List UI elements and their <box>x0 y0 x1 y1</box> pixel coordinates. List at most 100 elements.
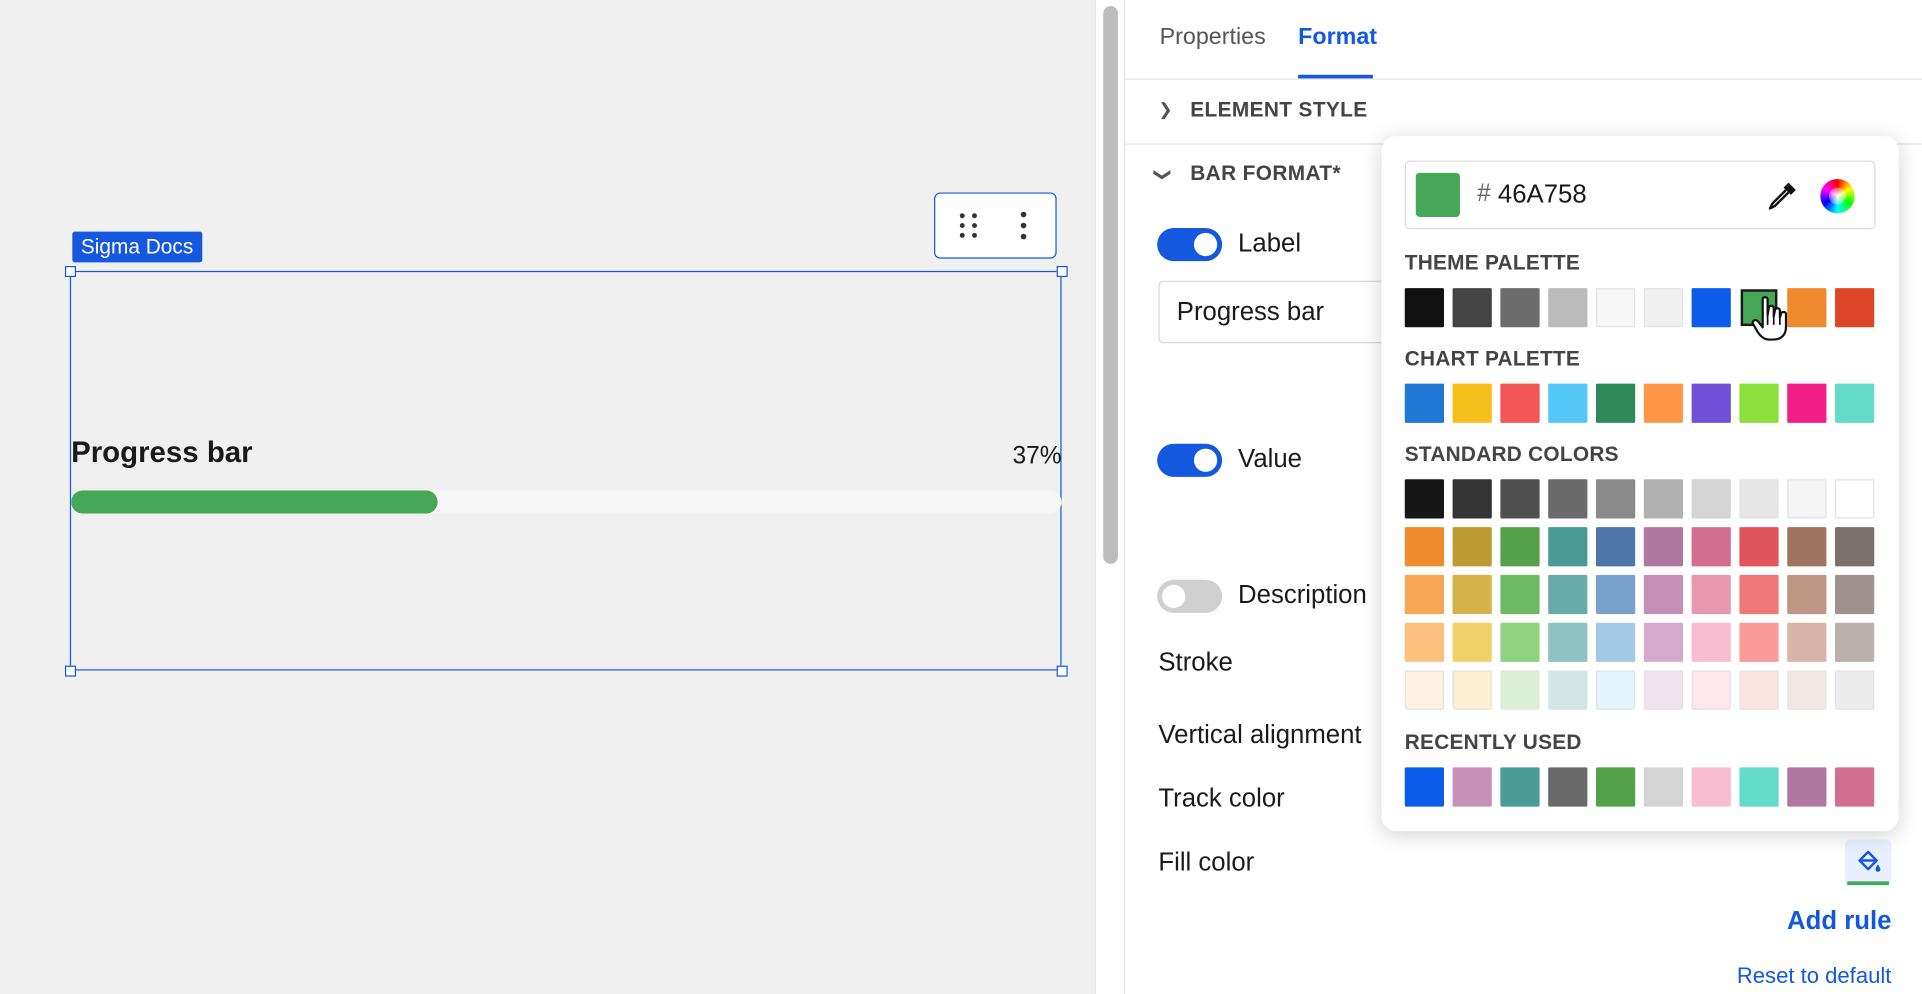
color-swatch[interactable] <box>1835 767 1875 807</box>
chevron-right-icon[interactable]: ❯ <box>1158 99 1172 120</box>
value-toggle[interactable] <box>1157 443 1223 477</box>
chevron-down-icon[interactable]: ❯ <box>1153 167 1174 181</box>
color-swatch[interactable] <box>1835 288 1875 328</box>
description-toggle[interactable] <box>1157 579 1223 613</box>
color-swatch[interactable] <box>1404 288 1444 328</box>
color-swatch[interactable] <box>1739 767 1779 807</box>
color-swatch[interactable] <box>1691 670 1731 710</box>
color-swatch[interactable] <box>1787 527 1827 567</box>
color-swatch[interactable] <box>1404 383 1444 423</box>
color-swatch[interactable] <box>1500 527 1540 567</box>
eyedropper-icon[interactable] <box>1765 179 1799 213</box>
color-swatch[interactable] <box>1452 622 1492 662</box>
color-swatch[interactable] <box>1404 767 1444 807</box>
color-swatch[interactable] <box>1595 383 1636 423</box>
color-swatch[interactable] <box>1691 383 1731 423</box>
color-swatch[interactable] <box>1500 574 1540 615</box>
hex-input-box[interactable]: # 46A758 <box>1404 160 1876 230</box>
tab-format[interactable]: Format <box>1298 25 1377 52</box>
color-swatch[interactable] <box>1691 288 1731 328</box>
color-swatch[interactable] <box>1548 527 1588 567</box>
color-swatch[interactable] <box>1452 767 1492 807</box>
color-swatch[interactable] <box>1643 479 1684 519</box>
color-swatch[interactable] <box>1739 622 1779 662</box>
color-swatch[interactable] <box>1835 383 1875 423</box>
color-swatch[interactable] <box>1691 622 1731 662</box>
label-text-input[interactable]: Progress bar <box>1158 280 1404 344</box>
color-swatch[interactable] <box>1739 574 1779 615</box>
color-swatch[interactable] <box>1452 479 1492 519</box>
color-swatch[interactable] <box>1643 670 1684 710</box>
color-swatch[interactable] <box>1548 288 1588 328</box>
color-swatch[interactable] <box>1595 622 1636 662</box>
color-swatch[interactable] <box>1643 767 1684 807</box>
resize-handle-top-right[interactable] <box>1056 265 1068 278</box>
color-swatch[interactable] <box>1835 670 1875 710</box>
color-swatch[interactable] <box>1787 479 1827 519</box>
color-wheel-icon[interactable] <box>1820 178 1855 214</box>
reset-to-default-link[interactable]: Reset to default <box>1594 963 1892 989</box>
color-swatch[interactable] <box>1643 288 1684 328</box>
color-swatch[interactable] <box>1835 574 1875 615</box>
color-swatch[interactable] <box>1595 767 1636 807</box>
color-swatch[interactable] <box>1739 527 1779 567</box>
color-swatch[interactable] <box>1835 479 1875 519</box>
more-options-icon[interactable] <box>1011 210 1036 242</box>
color-swatch[interactable] <box>1500 479 1540 519</box>
color-swatch[interactable] <box>1452 670 1492 710</box>
color-swatch[interactable] <box>1500 622 1540 662</box>
color-swatch[interactable] <box>1404 574 1444 615</box>
color-swatch[interactable] <box>1404 479 1444 519</box>
color-swatch[interactable] <box>1595 670 1636 710</box>
color-swatch[interactable] <box>1452 383 1492 423</box>
color-swatch[interactable] <box>1787 670 1827 710</box>
hex-value-input[interactable]: 46A758 <box>1498 180 1587 209</box>
color-swatch[interactable] <box>1691 479 1731 519</box>
color-swatch[interactable] <box>1548 767 1588 807</box>
color-swatch[interactable] <box>1595 288 1636 328</box>
color-swatch[interactable] <box>1548 574 1588 615</box>
color-swatch[interactable] <box>1452 288 1492 328</box>
color-swatch[interactable] <box>1787 767 1827 807</box>
canvas-scrollbar-thumb[interactable] <box>1103 6 1118 564</box>
color-swatch[interactable] <box>1404 670 1444 710</box>
color-swatch[interactable] <box>1404 622 1444 662</box>
drag-handle-icon[interactable] <box>955 211 982 240</box>
color-swatch[interactable] <box>1452 574 1492 615</box>
color-swatch[interactable] <box>1739 479 1779 519</box>
color-swatch[interactable] <box>1643 574 1684 615</box>
add-rule-link[interactable]: Add rule <box>1692 907 1891 936</box>
color-swatch[interactable] <box>1500 288 1540 328</box>
color-swatch[interactable] <box>1787 383 1827 423</box>
color-swatch[interactable] <box>1739 670 1779 710</box>
color-swatch[interactable] <box>1548 479 1588 519</box>
color-swatch[interactable] <box>1835 527 1875 567</box>
color-swatch[interactable] <box>1548 622 1588 662</box>
color-swatch[interactable] <box>1643 527 1684 567</box>
resize-handle-bottom-left[interactable] <box>64 665 76 677</box>
color-swatch[interactable] <box>1595 574 1636 615</box>
color-swatch[interactable] <box>1691 527 1731 567</box>
color-swatch[interactable] <box>1835 622 1875 662</box>
color-swatch[interactable] <box>1500 670 1540 710</box>
color-swatch[interactable] <box>1691 767 1731 807</box>
resize-handle-bottom-right[interactable] <box>1056 665 1068 677</box>
color-swatch[interactable] <box>1548 670 1588 710</box>
color-swatch[interactable] <box>1643 383 1684 423</box>
color-swatch[interactable] <box>1691 574 1731 615</box>
color-swatch[interactable] <box>1739 383 1779 423</box>
color-swatch[interactable] <box>1643 622 1684 662</box>
color-swatch[interactable] <box>1595 527 1636 567</box>
color-swatch[interactable] <box>1548 383 1588 423</box>
label-toggle[interactable] <box>1157 227 1223 262</box>
color-swatch[interactable] <box>1787 574 1827 615</box>
color-swatch[interactable] <box>1595 479 1636 519</box>
color-swatch[interactable] <box>1452 527 1492 567</box>
section-bar-format[interactable]: BAR FORMAT* <box>1190 162 1341 187</box>
color-swatch[interactable] <box>1404 527 1444 567</box>
color-swatch[interactable] <box>1500 767 1540 807</box>
tab-properties[interactable]: Properties <box>1160 25 1266 52</box>
color-swatch[interactable] <box>1500 383 1540 423</box>
fill-color-button[interactable] <box>1844 839 1892 887</box>
color-swatch[interactable] <box>1787 622 1827 662</box>
